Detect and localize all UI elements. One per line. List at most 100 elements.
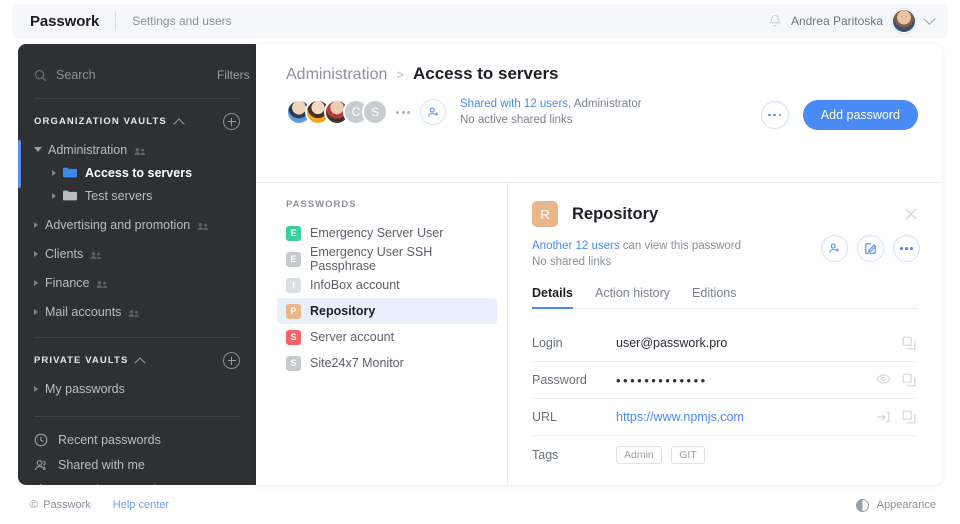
detail-fields: Login user@passwork.pro Password [532,325,918,473]
detail-header: R Repository [532,201,918,227]
clock-icon [34,433,48,447]
sidebar-item-recent-passwords[interactable]: Recent passwords [18,427,256,452]
close-icon[interactable] [904,207,918,221]
add-user-icon[interactable] [420,99,446,125]
list-item-label: Repository [310,304,375,318]
passwords-list-title: PASSWORDS [286,199,507,210]
add-password-button[interactable]: Add password [803,100,918,130]
field-icons [876,410,916,424]
appearance-toggle[interactable]: Appearance [856,499,936,512]
list-item[interactable]: S Site24x7 Monitor [277,350,497,376]
sidebar-active-accent [18,140,21,188]
list-item-selected[interactable]: P Repository [277,298,497,324]
field-login: Login user@passwork.pro [532,325,916,362]
sidebar-item-label: My passwords [45,382,125,396]
more-horizontal-icon[interactable] [761,101,789,129]
star-icon [34,483,48,486]
breadcrumb-parent[interactable]: Administration [286,66,387,84]
chevron-down-icon[interactable] [923,12,936,25]
avatar-initial[interactable]: S [362,99,388,125]
brand-logo[interactable]: Passwork [12,13,115,30]
sidebar-item-advertising-and-promotion[interactable]: Advertising and promotion [18,213,256,236]
sidebar-link-label: Recent passwords [58,433,161,447]
field-value-link[interactable]: https://www.npmjs.com [616,410,876,424]
field-tags: Tags Admin GIT [532,436,916,473]
shared-with-users-link[interactable]: Shared with 12 users [460,98,568,110]
chevron-up-icon[interactable] [173,118,184,129]
sidebar-item-finance[interactable]: Finance [18,271,256,294]
shared-links-status: No active shared links [460,112,642,128]
list-item-label: Server account [310,330,394,344]
tab-editions[interactable]: Editions [692,286,736,308]
half-circle-icon [856,499,869,512]
add-private-vault-button[interactable] [223,352,240,369]
page-title: Access to servers [413,64,559,84]
detail-actions [821,235,920,262]
add-user-icon[interactable] [821,235,848,262]
more-horizontal-icon[interactable] [396,111,410,114]
top-bar-right: Andrea Paritoska [768,9,948,33]
folder-icon [63,190,77,201]
people-icon [96,278,108,287]
caret-down-icon [34,147,42,152]
sidebar-item-administration[interactable]: Administration [18,138,256,161]
bell-icon[interactable] [768,14,782,29]
sidebar-item-label: Advertising and promotion [45,218,190,232]
people-icon [128,307,140,316]
passwords-list-pane: PASSWORDS E Emergency Server User E Emer… [256,182,507,485]
tag[interactable]: Admin [616,446,662,464]
add-vault-button[interactable] [223,113,240,130]
tag[interactable]: GIT [671,446,705,464]
list-item-label: Emergency User SSH Passphrase [310,245,497,273]
list-item[interactable]: E Emergency Server User [277,220,497,246]
copy-icon[interactable] [902,410,916,424]
field-icons [902,336,916,350]
header-actions: Add password [761,100,918,130]
edit-icon[interactable] [857,235,884,262]
list-item[interactable]: S Server account [277,324,497,350]
sidebar-item-test-servers[interactable]: Test servers [18,184,256,207]
caret-right-icon [34,222,38,228]
dots-glyph [900,247,913,250]
sidebar: Filters ORGANIZATION VAULTS Administrati… [18,44,256,485]
list-item-label: Site24x7 Monitor [310,356,404,370]
sidebar-item-mail-accounts[interactable]: Mail accounts [18,300,256,323]
appearance-label: Appearance [877,499,936,511]
filters-button[interactable]: Filters [217,68,256,82]
content-header: Administration > Access to servers [256,44,942,84]
avatar-stack: C S [286,99,388,125]
people-icon [90,249,102,258]
user-name-label: Andrea Paritoska [791,14,883,28]
help-center-link[interactable]: Help center [113,499,169,511]
tab-details[interactable]: Details [532,286,573,308]
shared-role-text: , Administrator [568,98,642,110]
sidebar-item-access-to-servers[interactable]: Access to servers [18,161,256,184]
avatar[interactable] [892,9,916,33]
list-item[interactable]: E Emergency User SSH Passphrase [277,246,497,272]
sidebar-item-my-passwords[interactable]: My passwords [18,377,256,400]
footer: © Passwork Help center Appearance [0,486,960,524]
copy-icon[interactable] [902,373,916,387]
section-organization-vaults: ORGANIZATION VAULTS [18,99,256,138]
password-type-icon: S [286,330,301,345]
copyright: © Passwork [30,499,91,511]
eye-icon[interactable] [876,373,890,387]
sidebar-item-label: Mail accounts [45,305,121,319]
caret-right-icon [52,193,56,199]
sidebar-item-starred-passwords[interactable]: Starred passwords [18,477,256,485]
another-users-link[interactable]: Another 12 users [532,240,620,252]
more-horizontal-icon[interactable] [893,235,920,262]
sidebar-link-label: Shared with me [58,458,145,472]
tab-action-history[interactable]: Action history [595,286,670,308]
sidebar-item-shared-with-me[interactable]: Shared with me [18,452,256,477]
nav-settings-and-users[interactable]: Settings and users [116,14,231,28]
sidebar-item-label: Administration [48,143,127,157]
field-icons [876,373,916,387]
open-external-icon[interactable] [876,410,890,424]
list-item-label: InfoBox account [310,278,400,292]
search-input[interactable] [56,68,217,82]
list-item[interactable]: I InfoBox account [277,272,497,298]
chevron-up-icon[interactable] [135,357,146,368]
sidebar-item-clients[interactable]: Clients [18,242,256,265]
copy-icon[interactable] [902,336,916,350]
